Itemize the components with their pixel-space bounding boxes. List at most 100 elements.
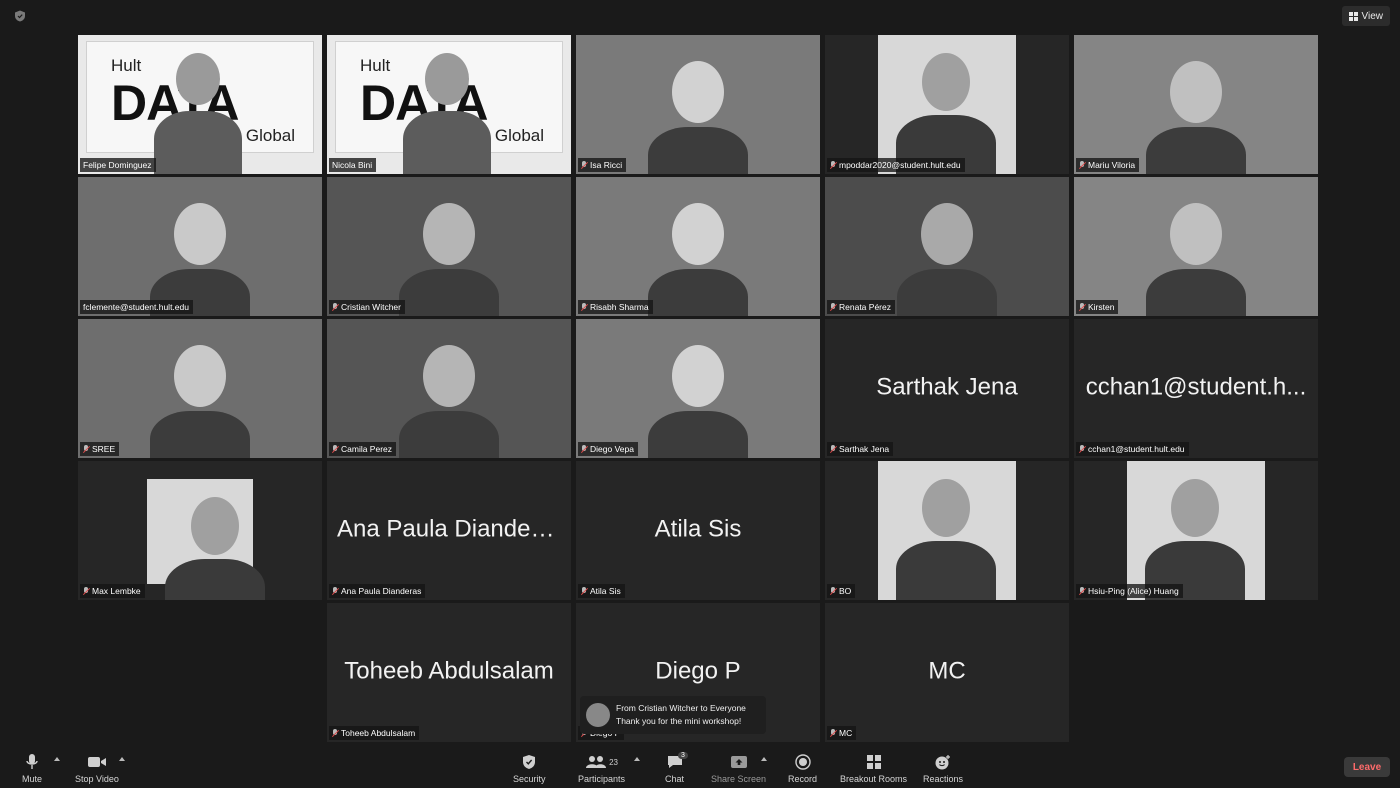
participant-tile[interactable]: Camila Perez — [327, 319, 571, 458]
participant-photo — [878, 35, 1016, 174]
participant-name: BO — [839, 586, 852, 596]
participant-name: Isa Ricci — [590, 160, 623, 170]
participant-tile[interactable]: Risabh Sharma — [576, 177, 820, 316]
muted-microphone-icon — [830, 729, 836, 737]
participant-name: SREE — [92, 444, 116, 454]
reactions-button[interactable]: Reactions — [923, 752, 963, 784]
participant-name-label: Mariu Viloria — [1076, 158, 1140, 172]
meeting-toolbar: Mute Stop Video Security 23 Participants… — [0, 748, 1400, 788]
muted-microphone-icon — [332, 587, 338, 595]
grid-view-icon — [1348, 11, 1358, 21]
mute-button[interactable]: Mute — [22, 752, 42, 784]
participant-name-label: cchan1@student.hult.edu — [1076, 442, 1189, 456]
stop-video-label: Stop Video — [75, 774, 119, 784]
participant-name: Diego Vepa — [590, 444, 634, 454]
participant-tile[interactable]: Hult DATA Global Felipe Dominguez — [78, 35, 322, 174]
emoji-icon — [934, 752, 952, 772]
participant-name: Max Lembke — [92, 586, 141, 596]
participant-name: fclemente@student.hult.edu — [83, 302, 189, 312]
logo-text: Global — [494, 126, 544, 145]
participants-button[interactable]: 23 Participants — [578, 752, 625, 784]
record-icon — [794, 752, 811, 772]
participant-name-label: Diego Vepa — [578, 442, 638, 456]
participant-name-label: Felipe Dominguez — [80, 158, 156, 172]
logo-text: Hult — [111, 56, 142, 75]
participant-tile[interactable]: mpoddar2020@student.hult.edu — [825, 35, 1069, 174]
share-screen-button[interactable]: Share Screen — [711, 752, 766, 784]
participant-name-label: BO — [827, 584, 856, 598]
participant-tile[interactable]: Atila Sis Atila Sis — [576, 461, 820, 600]
mute-label: Mute — [22, 774, 43, 784]
participant-tile[interactable]: Diego Vepa — [576, 319, 820, 458]
muted-microphone-icon — [830, 161, 836, 169]
breakout-rooms-icon — [866, 752, 882, 772]
muted-microphone-icon — [830, 303, 836, 311]
participant-name: mpoddar2020@student.hult.edu — [839, 160, 961, 170]
participants-options-chevron-icon[interactable] — [634, 757, 640, 761]
muted-microphone-icon — [332, 303, 338, 311]
participant-name-label: Cristian Witcher — [329, 300, 405, 314]
participant-display-name: Toheeb Abdulsalam — [344, 657, 554, 685]
participant-name-label: Kirsten — [1076, 300, 1119, 314]
participant-name-label: Nicola Bini — [329, 158, 377, 172]
stop-video-button[interactable]: Stop Video — [75, 752, 119, 784]
participant-tile[interactable]: Cristian Witcher — [327, 177, 571, 316]
chat-toast-from: From Cristian Witcher to Everyone — [616, 703, 746, 713]
shield-icon[interactable] — [14, 10, 26, 22]
participant-photo — [147, 479, 265, 600]
security-button[interactable]: Security — [513, 752, 546, 784]
leave-button[interactable]: Leave — [1344, 757, 1390, 777]
participant-name: Cristian Witcher — [341, 302, 401, 312]
participant-tile[interactable]: Ana Paula Dianderas Ana Paula Dianderas — [327, 461, 571, 600]
participant-tile[interactable]: fclemente@student.hult.edu — [78, 177, 322, 316]
participant-name: Renata Pérez — [839, 302, 891, 312]
participant-name: Nicola Bini — [332, 160, 373, 170]
breakout-rooms-button[interactable]: Breakout Rooms — [840, 752, 907, 784]
participant-tile[interactable]: cchan1@student.h... cchan1@student.hult.e… — [1074, 319, 1318, 458]
participant-name-label: Renata Pérez — [827, 300, 895, 314]
participant-tile[interactable]: Sarthak Jena Sarthak Jena — [825, 319, 1069, 458]
participant-display-name: Sarthak Jena — [876, 373, 1018, 401]
muted-microphone-icon — [830, 445, 836, 453]
shield-icon — [522, 752, 536, 772]
participant-name: Felipe Dominguez — [83, 160, 152, 170]
participant-tile[interactable]: Kirsten — [1074, 177, 1318, 316]
participant-photo — [878, 461, 1016, 600]
participant-name-label: fclemente@student.hult.edu — [80, 300, 193, 314]
chat-toast[interactable]: From Cristian Witcher to Everyone Thank … — [580, 696, 766, 734]
participant-display-name: Diego P — [655, 657, 741, 685]
participant-tile[interactable]: Hsiu-Ping (Alice) Huang — [1074, 461, 1318, 600]
chat-unread-badge: 3 — [678, 752, 688, 759]
participant-tile[interactable]: MC MC — [825, 603, 1069, 742]
participant-tile[interactable]: Renata Pérez — [825, 177, 1069, 316]
participant-name: Hsiu-Ping (Alice) Huang — [1088, 586, 1179, 596]
participant-tile[interactable]: Hult DATA Global Nicola Bini — [327, 35, 571, 174]
mute-options-chevron-icon[interactable] — [54, 757, 60, 761]
participant-tile[interactable]: Mariu Viloria — [1074, 35, 1318, 174]
chat-toast-message: Thank you for the mini workshop! — [616, 716, 742, 726]
participant-tile[interactable]: Isa Ricci — [576, 35, 820, 174]
participant-name: Ana Paula Dianderas — [341, 586, 422, 596]
participant-tile[interactable]: Max Lembke — [78, 461, 322, 600]
participant-name: MC — [839, 728, 853, 738]
share-options-chevron-icon[interactable] — [761, 757, 767, 761]
participant-display-name: MC — [928, 657, 966, 685]
view-button[interactable]: View — [1341, 6, 1390, 26]
participant-tile[interactable]: BO — [825, 461, 1069, 600]
participant-tile[interactable]: SREE — [78, 319, 322, 458]
share-screen-icon — [730, 752, 748, 772]
muted-microphone-icon — [83, 445, 89, 453]
participant-name: Risabh Sharma — [590, 302, 649, 312]
record-button[interactable]: Record — [788, 752, 817, 784]
participant-tile[interactable]: Toheeb Abdulsalam Toheeb Abdulsalam — [327, 603, 571, 742]
participant-name: Camila Perez — [341, 444, 393, 454]
participant-name: cchan1@student.hult.edu — [1088, 444, 1185, 454]
video-options-chevron-icon[interactable] — [119, 757, 125, 761]
video-camera-icon — [87, 752, 107, 772]
muted-microphone-icon — [1079, 587, 1085, 595]
participant-name: Toheeb Abdulsalam — [341, 728, 416, 738]
chat-button[interactable]: 3 Chat — [665, 752, 688, 784]
participant-display-name: Atila Sis — [654, 515, 742, 543]
muted-microphone-icon — [1079, 445, 1085, 453]
participant-name-label: SREE — [80, 442, 120, 456]
